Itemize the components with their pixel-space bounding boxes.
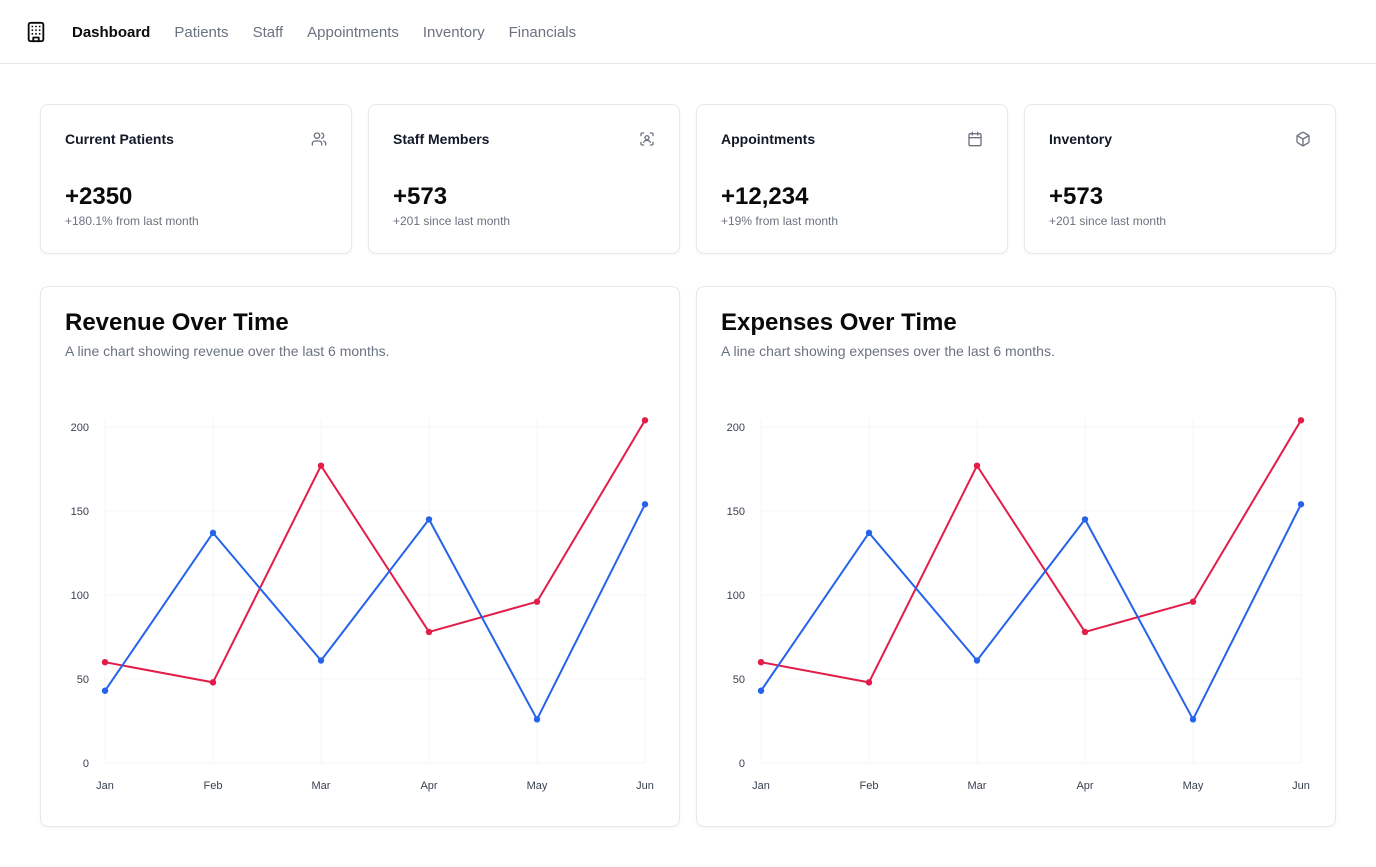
revenue-chart-card: Revenue Over Time A line chart showing r… [40, 286, 680, 827]
data-point [317, 462, 325, 469]
nav-item-financials[interactable]: Financials [509, 24, 577, 41]
data-point [757, 659, 765, 666]
x-tick-label: May [1183, 780, 1204, 792]
scan-user-icon [640, 132, 654, 146]
data-point [1297, 417, 1305, 424]
stat-title: Staff Members [393, 131, 490, 147]
stat-change: +180.1% from last month [65, 214, 199, 228]
series-line [104, 419, 646, 684]
stat-change: +201 since last month [1049, 214, 1167, 228]
data-point [317, 657, 325, 664]
calendar-icon [968, 131, 982, 147]
data-point [865, 529, 873, 537]
x-tick-label: Apr [420, 780, 437, 792]
x-tick-label: May [527, 780, 548, 792]
nav-item-dashboard[interactable]: Dashboard [72, 24, 150, 41]
nav-item-patients[interactable]: Patients [174, 24, 228, 41]
hospital-building-icon[interactable] [25, 21, 47, 43]
expenses-chart-card: Expenses Over Time A line chart showing … [696, 286, 1336, 827]
stat-value: +2350 [65, 183, 133, 210]
stat-value: +573 [393, 183, 448, 210]
data-point [865, 679, 873, 686]
data-point [1189, 598, 1197, 605]
data-point [425, 628, 433, 636]
users-icon [311, 132, 327, 146]
x-tick-label: Jun [636, 780, 654, 792]
y-tick-label: 100 [71, 590, 89, 602]
data-point [101, 659, 109, 666]
y-tick-label: 0 [83, 758, 89, 770]
data-point [425, 516, 433, 523]
stat-value: +573 [1049, 183, 1104, 210]
stat-card-appointments: Appointments +12,234 +19% from last mont… [696, 104, 1008, 254]
stat-card-inventory: Inventory +573 +201 since last month [1024, 104, 1336, 254]
data-point [1297, 501, 1305, 508]
data-point [209, 679, 217, 686]
nav-item-appointments[interactable]: Appointments [307, 24, 399, 41]
nav-links: Dashboard Patients Staff Appointments In… [72, 0, 600, 64]
stat-title: Current Patients [65, 131, 174, 147]
y-tick-label: 50 [733, 674, 745, 686]
data-point [533, 598, 541, 605]
stat-title: Appointments [721, 131, 816, 147]
x-tick-label: Mar [312, 780, 331, 792]
stat-change: +19% from last month [721, 214, 839, 228]
data-point [757, 687, 765, 694]
y-tick-label: 0 [739, 758, 745, 770]
data-point [641, 417, 649, 424]
y-tick-label: 200 [71, 422, 89, 434]
series-line [760, 503, 1302, 721]
data-point [533, 716, 541, 723]
data-point [1189, 716, 1197, 723]
revenue-line-chart: 0 50 100 150 200 Jan Feb Mar Apr May Jun [71, 417, 654, 792]
stat-value: +12,234 [721, 183, 809, 210]
stat-card-staff-members: Staff Members +573 +201 since last month [368, 104, 680, 254]
x-tick-label: Apr [1076, 780, 1093, 792]
nav-item-inventory[interactable]: Inventory [423, 24, 485, 41]
series-line [104, 503, 646, 721]
nav-item-staff[interactable]: Staff [253, 24, 284, 41]
x-tick-label: Jan [96, 780, 114, 792]
y-tick-label: 150 [727, 506, 745, 518]
x-tick-label: Feb [860, 780, 879, 792]
y-tick-label: 100 [727, 590, 745, 602]
data-point [101, 687, 109, 694]
data-point [209, 529, 217, 537]
y-tick-label: 200 [727, 422, 745, 434]
stat-card-current-patients: Current Patients +2350 +180.1% from last… [40, 104, 352, 254]
y-tick-label: 50 [77, 674, 89, 686]
top-navigation: Dashboard Patients Staff Appointments In… [0, 0, 1376, 64]
expenses-line-chart: 0 50 100 150 200 Jan Feb Mar Apr May Jun [727, 417, 1310, 792]
x-tick-label: Jun [1292, 780, 1310, 792]
stat-title: Inventory [1049, 131, 1113, 147]
stat-change: +201 since last month [393, 214, 511, 228]
data-point [973, 462, 981, 469]
data-point [1081, 628, 1089, 636]
y-tick-label: 150 [71, 506, 89, 518]
series-line [760, 419, 1302, 684]
data-point [1081, 516, 1089, 523]
data-point [641, 501, 649, 508]
x-tick-label: Jan [752, 780, 770, 792]
package-icon [1296, 131, 1310, 147]
x-tick-label: Feb [204, 780, 223, 792]
data-point [973, 657, 981, 664]
x-tick-label: Mar [968, 780, 987, 792]
